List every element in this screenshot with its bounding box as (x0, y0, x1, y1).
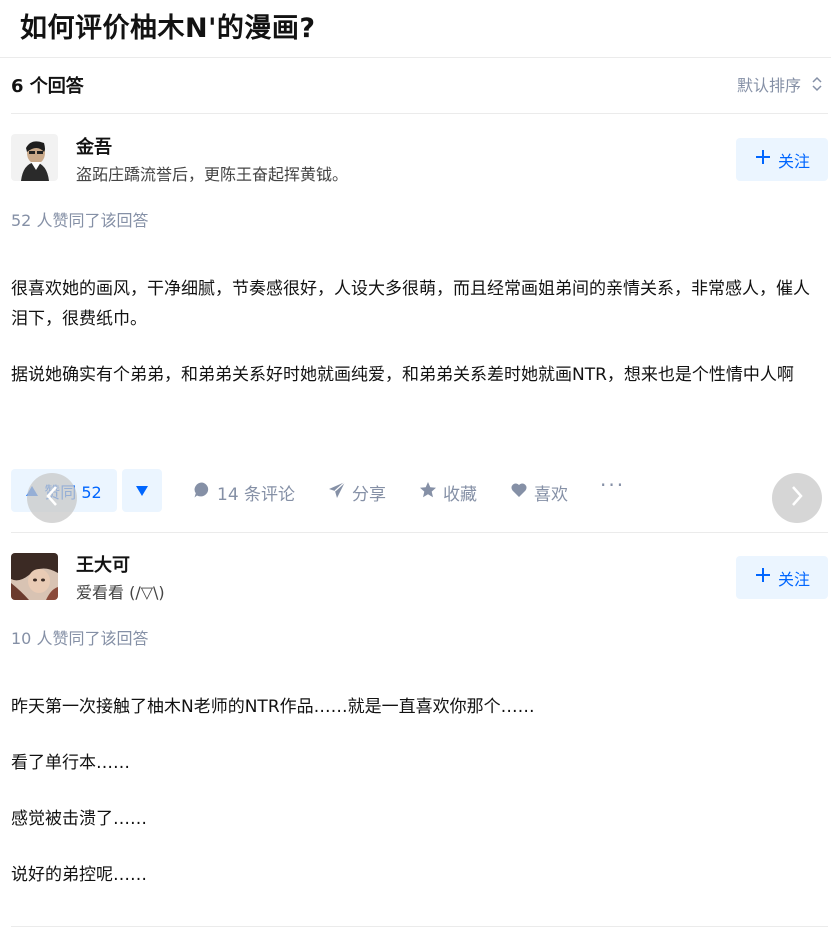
vote-summary: 52 人赞同了该回答 (11, 211, 149, 230)
divider (11, 113, 828, 114)
answer-actions: 赞同 52 14 条评论 分享 收藏 (0, 469, 831, 513)
carousel-next-button[interactable] (772, 473, 822, 523)
answer-paragraph: 感觉被击溃了…… (11, 809, 147, 829)
like-button[interactable]: 喜欢 (510, 480, 568, 505)
avatar[interactable] (11, 553, 58, 600)
heart-icon (510, 481, 528, 504)
answer-paragraph: 说好的弟控呢…… (11, 865, 147, 885)
share-label: 分享 (352, 485, 386, 505)
plus-icon (754, 148, 772, 171)
plus-icon (754, 566, 772, 589)
star-icon (419, 481, 437, 504)
chevron-left-icon (45, 485, 59, 511)
like-label: 喜欢 (534, 485, 568, 505)
avatar[interactable] (11, 134, 58, 181)
author-bio: 爱看看 (/▽\) (76, 583, 165, 602)
follow-label: 关注 (777, 569, 810, 589)
comments-button[interactable]: 14 条评论 (193, 480, 295, 505)
answer-paragraph: 昨天第一次接触了柚木N老师的NTR作品……就是一直喜欢你那个…… (11, 697, 535, 717)
paper-plane-icon (328, 481, 346, 504)
answer-count: 6 个回答 (11, 76, 84, 97)
follow-button[interactable]: 关注 (736, 556, 828, 599)
sort-updown-icon (811, 75, 823, 93)
question-title: 如何评价柚木N'的漫画? (20, 13, 316, 44)
comments-label: 14 条评论 (217, 485, 296, 505)
collect-label: 收藏 (443, 485, 477, 505)
comment-bubble-icon (193, 481, 211, 504)
answer-paragraph: 看了单行本…… (11, 753, 130, 773)
collect-button[interactable]: 收藏 (419, 480, 477, 505)
author-name[interactable]: 王大可 (76, 551, 130, 577)
downvote-button[interactable] (122, 469, 162, 512)
share-button[interactable]: 分享 (328, 480, 386, 505)
triangle-down-icon (136, 481, 148, 500)
author-bio: 盗跖庄蹻流誉后，更陈王奋起挥黄钺。 (76, 165, 349, 184)
answer-paragraph: 据说她确实有个弟弟，和弟弟关系好时她就画纯爱，和弟弟关系差时她就画NTR，想来也… (11, 365, 794, 385)
follow-label: 关注 (777, 151, 810, 171)
sort-dropdown[interactable]: 默认排序 (737, 72, 823, 96)
answer-paragraph: 很喜欢她的画风，干净细腻，节奏感很好，人设大多很萌，而且经常画姐弟间的亲情关系，… (11, 279, 810, 329)
divider (11, 926, 828, 927)
author-name[interactable]: 金吾 (76, 133, 112, 159)
sort-label: 默认排序 (736, 76, 801, 95)
divider (11, 532, 828, 533)
follow-button[interactable]: 关注 (736, 138, 828, 181)
chevron-right-icon (790, 485, 804, 511)
carousel-prev-button[interactable] (27, 473, 77, 523)
answers-header: 6 个回答 默认排序 (0, 58, 831, 112)
more-icon[interactable]: ··· (600, 473, 625, 497)
vote-summary: 10 人赞同了该回答 (11, 629, 149, 648)
